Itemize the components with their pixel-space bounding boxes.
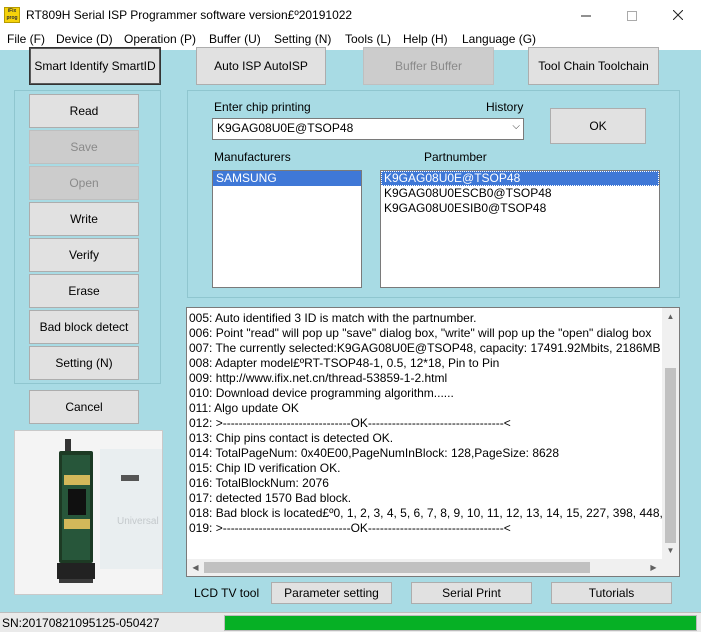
minimize-button[interactable] xyxy=(563,0,609,30)
menu-language[interactable]: Language (G) xyxy=(462,32,536,46)
erase-button[interactable]: Erase xyxy=(29,274,139,308)
scroll-up-icon[interactable]: ▲ xyxy=(662,308,679,325)
write-button[interactable]: Write xyxy=(29,202,139,236)
menu-help[interactable]: Help (H) xyxy=(403,32,448,46)
log-line: 013: Chip pins contact is detected OK. xyxy=(189,431,394,445)
maximize-icon xyxy=(627,11,637,22)
chip-printing-combobox[interactable]: K9GAG08U0E@TSOP48 ⌵ xyxy=(212,118,524,140)
cancel-button[interactable]: Cancel xyxy=(29,390,139,424)
log-line: 015: Chip ID verification OK. xyxy=(189,461,341,475)
adapter-image: Universal Programmer xyxy=(15,431,163,594)
chevron-down-icon[interactable]: ⌵ xyxy=(512,121,520,132)
partnumber-label: Partnumber xyxy=(424,150,487,164)
history-label: History xyxy=(486,100,524,114)
adapter-photo: Universal Programmer xyxy=(14,430,163,595)
app-logo-icon: iFix prog xyxy=(4,7,20,23)
app-window: iFix prog RT809H Serial ISP Programmer s… xyxy=(0,0,701,632)
menu-file[interactable]: File (F) xyxy=(7,32,45,46)
progress-fill xyxy=(225,616,696,630)
buffer-button[interactable]: Buffer Buffer xyxy=(363,47,494,85)
serial-print-button[interactable]: Serial Print xyxy=(411,582,532,604)
log-vscroll-thumb[interactable] xyxy=(665,368,676,543)
ok-button[interactable]: OK xyxy=(550,108,646,144)
client-area: Smart Identify SmartID Auto ISP AutoISP … xyxy=(0,47,701,632)
list-item[interactable]: SAMSUNG xyxy=(213,171,361,186)
tool-chain-button[interactable]: Tool Chain Toolchain xyxy=(528,47,659,85)
log-line: 018: Bad block is located£º0, 1, 2, 3, 4… xyxy=(189,506,662,520)
log-line: 010: Download device programming algorit… xyxy=(189,386,454,400)
maximize-button[interactable] xyxy=(609,0,655,30)
list-item[interactable]: K9GAG08U0E@TSOP48 xyxy=(381,171,659,186)
status-bar: SN:20170821095125-050427 xyxy=(0,612,701,632)
manufacturers-list[interactable]: SAMSUNG xyxy=(212,170,362,288)
manufacturers-label: Manufacturers xyxy=(214,150,291,164)
menu-tools[interactable]: Tools (L) xyxy=(345,32,391,46)
title-bar: iFix prog RT809H Serial ISP Programmer s… xyxy=(0,0,701,30)
enter-chip-label: Enter chip printing xyxy=(214,100,311,114)
parameter-setting-button[interactable]: Parameter setting xyxy=(271,582,392,604)
window-title: RT809H Serial ISP Programmer software ve… xyxy=(26,8,353,22)
setting-button[interactable]: Setting (N) xyxy=(29,346,139,380)
smart-identify-button[interactable]: Smart Identify SmartID xyxy=(29,47,161,85)
log-line: 008: Adapter model£ºRT-TSOP48-1, 0.5, 12… xyxy=(189,356,500,370)
serial-number: SN:20170821095125-050427 xyxy=(2,616,160,630)
log-line: 019: >--------------------------------OK… xyxy=(189,521,511,535)
auto-isp-button[interactable]: Auto ISP AutoISP xyxy=(196,47,326,85)
log-hscroll-thumb[interactable] xyxy=(204,562,590,573)
log-output[interactable]: 005: Auto identified 3 ID is match with … xyxy=(186,307,680,577)
log-line: 012: >--------------------------------OK… xyxy=(189,416,511,430)
log-line: 007: The currently selected:K9GAG08U0E@T… xyxy=(189,341,661,355)
log-lines: 005: Auto identified 3 ID is match with … xyxy=(187,311,662,536)
progress-bar xyxy=(224,615,697,631)
scroll-down-icon[interactable]: ▼ xyxy=(662,542,679,559)
verify-button[interactable]: Verify xyxy=(29,238,139,272)
log-line: 017: detected 1570 Bad block. xyxy=(189,491,352,505)
photo-watermark: Universal Programmer xyxy=(117,516,163,527)
list-item[interactable]: K9GAG08U0ESCB0@TSOP48 xyxy=(381,186,659,201)
log-line: 005: Auto identified 3 ID is match with … xyxy=(189,311,477,325)
log-line: 009: http://www.ifix.net.cn/thread-53859… xyxy=(189,371,448,385)
log-line: 006: Point "read" will pop up "save" dia… xyxy=(189,326,652,340)
minimize-icon xyxy=(581,15,591,17)
scroll-left-icon[interactable]: ◀ xyxy=(187,559,204,576)
scroll-right-icon[interactable]: ▶ xyxy=(645,559,662,576)
bad-block-detect-button[interactable]: Bad block detect xyxy=(29,310,139,344)
log-line: 014: TotalPageNum: 0x40E00,PageNumInBloc… xyxy=(189,446,560,460)
close-button[interactable] xyxy=(655,0,701,30)
log-line: 011: Algo update OK xyxy=(189,401,299,415)
log-vertical-scrollbar[interactable]: ▲ ▼ xyxy=(662,308,679,559)
open-button[interactable]: Open xyxy=(29,166,139,200)
menu-setting[interactable]: Setting (N) xyxy=(274,32,331,46)
tutorials-button[interactable]: Tutorials xyxy=(551,582,672,604)
menu-buffer[interactable]: Buffer (U) xyxy=(209,32,261,46)
scroll-corner xyxy=(662,559,679,576)
save-button[interactable]: Save xyxy=(29,130,139,164)
close-icon xyxy=(672,9,684,21)
log-horizontal-scrollbar[interactable]: ◀ ▶ xyxy=(187,559,662,576)
menu-device[interactable]: Device (D) xyxy=(56,32,113,46)
partnumber-list[interactable]: K9GAG08U0E@TSOP48 K9GAG08U0ESCB0@TSOP48 … xyxy=(380,170,660,288)
menu-operation[interactable]: Operation (P) xyxy=(124,32,196,46)
log-line: 016: TotalBlockNum: 2076 xyxy=(189,476,329,490)
list-item[interactable]: K9GAG08U0ESIB0@TSOP48 xyxy=(381,201,659,216)
read-button[interactable]: Read xyxy=(29,94,139,128)
chip-printing-value: K9GAG08U0E@TSOP48 xyxy=(217,121,354,135)
lcd-tv-tool-label[interactable]: LCD TV tool xyxy=(194,586,259,600)
